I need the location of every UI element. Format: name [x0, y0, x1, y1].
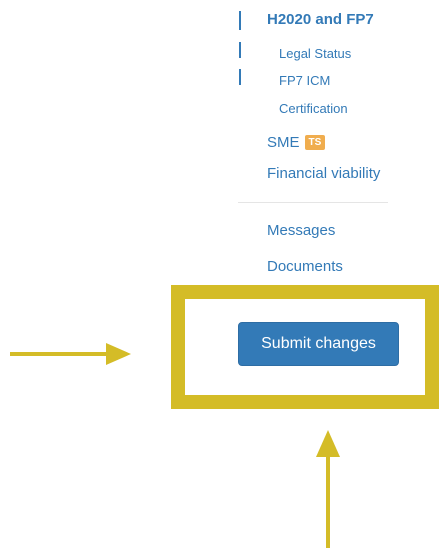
nav-item-fp7-icm[interactable]: FP7 ICM — [279, 73, 330, 88]
submit-changes-button[interactable]: Submit changes — [238, 322, 399, 366]
nav-item-sme-label: SME — [267, 134, 300, 151]
annotation-arrow-up-icon — [316, 430, 340, 548]
sub-item-accent-bar — [239, 69, 241, 85]
section-accent-bar — [239, 11, 241, 30]
nav-item-certification[interactable]: Certification — [279, 101, 348, 116]
nav-item-legal-status[interactable]: Legal Status — [279, 46, 351, 61]
ts-badge: TS — [304, 135, 326, 150]
nav-item-financial-viability[interactable]: Financial viability — [267, 165, 380, 182]
nav-item-sme[interactable]: SME TS — [267, 134, 326, 151]
nav-section-h2020-fp7[interactable]: H2020 and FP7 — [267, 11, 374, 28]
sub-item-accent-bar — [239, 42, 241, 58]
nav-divider — [238, 202, 388, 203]
nav-item-documents[interactable]: Documents — [267, 258, 343, 275]
annotation-arrow-right-icon — [10, 343, 131, 365]
nav-item-messages[interactable]: Messages — [267, 222, 335, 239]
